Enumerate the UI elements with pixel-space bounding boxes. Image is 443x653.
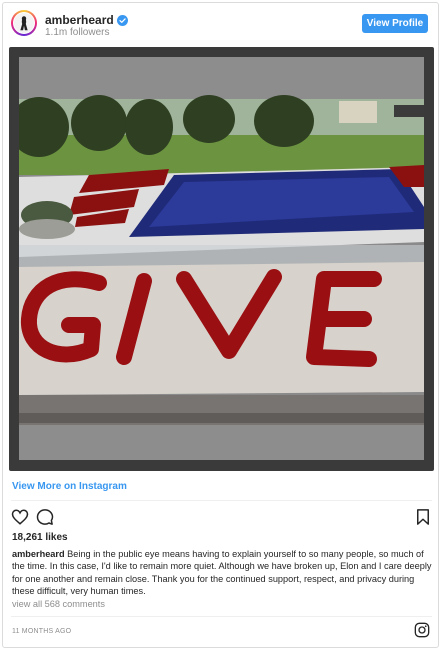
verified-badge-icon <box>116 14 128 26</box>
follower-count: 1.1m followers <box>45 27 110 38</box>
instagram-logo-icon[interactable] <box>414 622 430 638</box>
comment-icon[interactable] <box>36 508 54 526</box>
view-profile-button[interactable]: View Profile <box>362 14 428 33</box>
caption-username[interactable]: amberheard <box>12 549 65 559</box>
caption-text: Being in the public eye means having to … <box>12 549 432 596</box>
username-text[interactable]: amberheard <box>45 13 114 27</box>
action-bar <box>11 508 432 528</box>
instagram-embed-card: amberheard 1.1m followers View Profile V… <box>2 2 439 648</box>
post-photo-frame[interactable] <box>9 47 434 471</box>
divider <box>11 616 432 617</box>
post-caption: amberheard Being in the public eye means… <box>12 548 434 597</box>
divider <box>11 500 432 501</box>
post-header: amberheard 1.1m followers View Profile <box>3 3 438 43</box>
view-comments-link[interactable]: view all 568 comments <box>12 599 105 609</box>
like-count[interactable]: 18,261 likes <box>12 532 68 543</box>
view-more-link[interactable]: View More on Instagram <box>12 481 127 492</box>
post-photo[interactable] <box>19 57 424 460</box>
post-timestamp[interactable]: 11 MONTHS AGO <box>12 628 71 635</box>
bookmark-icon[interactable] <box>414 508 432 526</box>
avatar[interactable] <box>11 10 37 36</box>
heart-icon[interactable] <box>11 508 29 526</box>
username[interactable]: amberheard <box>45 13 128 27</box>
